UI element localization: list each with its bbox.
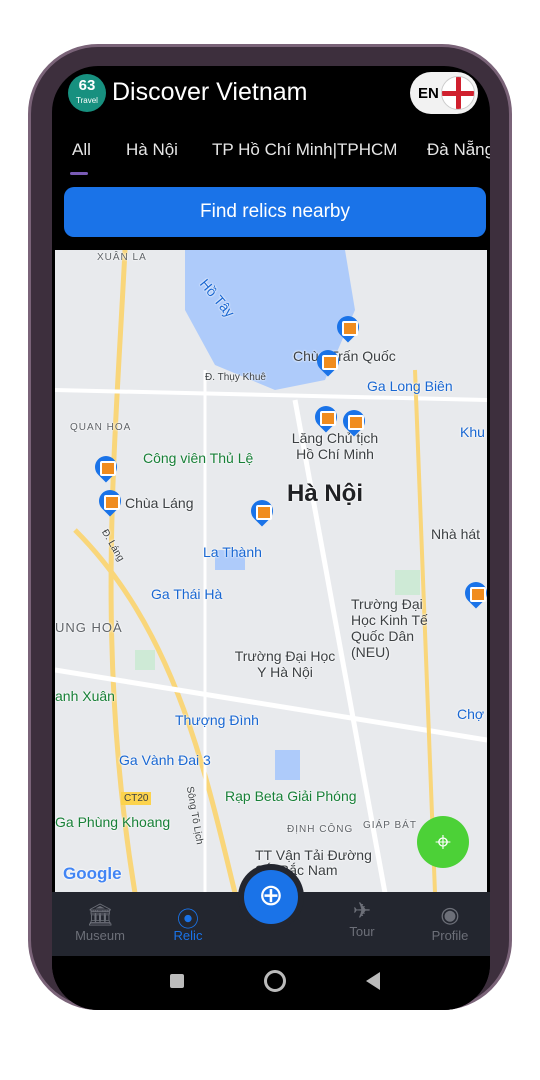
map-label: Ga Long Biên <box>367 378 453 394</box>
language-label: EN <box>418 85 439 102</box>
map-label: Khu <box>460 424 485 440</box>
map-label: ĐỊNH CÔNG <box>287 824 354 835</box>
tab-all[interactable]: All <box>72 140 91 160</box>
relic-marker[interactable] <box>315 406 337 432</box>
map-label: Nhà hát <box>431 526 481 542</box>
nav-museum[interactable]: 🏛 Museum <box>60 902 140 943</box>
map-label[interactable]: Chùa Trấn Quốc <box>293 348 396 364</box>
plus-circle-icon: ⊕ <box>244 870 298 924</box>
nav-label: Relic <box>173 928 203 943</box>
back-icon[interactable] <box>366 972 380 990</box>
map-label: Thượng Đình <box>175 712 259 728</box>
airplane-icon: ✈ <box>352 898 372 923</box>
relic-marker[interactable] <box>343 410 365 436</box>
relic-marker[interactable] <box>95 456 117 482</box>
map-label: GIÁP BÁT <box>363 820 417 831</box>
nav-tour[interactable]: ✈ Tour <box>322 898 402 939</box>
crosshair-icon: ⌖ <box>435 826 451 857</box>
app-logo: 63 Travel <box>68 74 106 112</box>
relic-marker[interactable] <box>99 490 121 516</box>
relic-marker[interactable] <box>465 582 487 608</box>
app-screen: 63 Travel Discover Vietnam EN All Hà Nội … <box>52 66 490 1010</box>
system-nav-bar <box>52 956 490 1010</box>
map-city-label: Hà Nội <box>287 480 364 507</box>
add-button[interactable]: ⊕ <box>238 864 304 930</box>
region-tabs: All Hà Nội TP Hồ Chí Minh|TPHCM Đà Nẵng <box>52 136 490 176</box>
map-label: Ga Vành Đai 3 <box>119 752 211 768</box>
map-label[interactable]: Trường Đại Học Kinh Tế Quốc Dân (NEU) <box>351 596 441 660</box>
map-label[interactable]: Trường Đại Học Y Hà Nội <box>230 648 340 680</box>
map-label[interactable]: Lăng Chủ tịch Hồ Chí Minh <box>285 430 385 462</box>
relic-marker[interactable] <box>251 500 273 526</box>
england-flag-icon <box>441 76 475 110</box>
museum-icon: 🏛 <box>86 902 114 927</box>
relic-pin-icon: ⦿ <box>176 907 199 932</box>
map-label: Đ. Thụy Khuê <box>205 372 266 383</box>
nav-label: Museum <box>75 928 125 943</box>
tab-da-nang[interactable]: Đà Nẵng <box>427 140 490 160</box>
tab-ha-noi[interactable]: Hà Nội <box>126 140 178 160</box>
profile-icon: ◉ <box>440 902 460 927</box>
relic-marker[interactable] <box>317 350 339 376</box>
map-label: anh Xuân <box>55 688 115 704</box>
road-badge: CT20 <box>121 792 152 805</box>
tab-tp-ho-chi-minh[interactable]: TP Hồ Chí Minh|TPHCM <box>212 140 397 160</box>
google-logo: Google <box>63 864 122 883</box>
map-view[interactable]: XUÂN LA Hồ Tây Chùa Trấn Quốc Đ. Thụy Kh… <box>55 250 487 893</box>
nav-relic[interactable]: ⦿ Relic <box>148 902 228 943</box>
map-label: XUÂN LA <box>97 252 147 263</box>
nav-label: Tour <box>349 924 375 939</box>
nav-profile[interactable]: ◉ Profile <box>410 902 490 943</box>
map-label: QUAN HOA <box>70 422 132 433</box>
map-label[interactable]: Công viên Thủ Lệ <box>143 450 253 466</box>
map-label: La Thành <box>203 544 262 560</box>
find-relics-nearby-button[interactable]: Find relics nearby <box>64 187 486 237</box>
map-label: Chợ <box>457 706 485 722</box>
map-label: Ga Thái Hà <box>151 586 223 602</box>
nav-label: Profile <box>431 928 469 943</box>
relic-marker[interactable] <box>337 316 359 342</box>
header: 63 Travel Discover Vietnam EN <box>52 66 490 122</box>
map-label: UNG HOÀ <box>55 620 123 635</box>
home-icon[interactable] <box>264 970 286 992</box>
active-tab-indicator <box>70 172 88 175</box>
recents-icon[interactable] <box>170 974 184 988</box>
logo-text: 63 <box>78 77 96 94</box>
logo-sub: Travel <box>76 96 98 105</box>
map-label[interactable]: Rạp Beta Giải Phóng <box>225 788 357 804</box>
language-button[interactable]: EN <box>410 72 478 114</box>
app-title: Discover Vietnam <box>112 78 308 106</box>
map-label[interactable]: Chùa Láng <box>125 495 194 511</box>
my-location-button[interactable]: ⌖ <box>417 816 469 868</box>
map-label: Ga Phùng Khoang <box>55 814 171 830</box>
